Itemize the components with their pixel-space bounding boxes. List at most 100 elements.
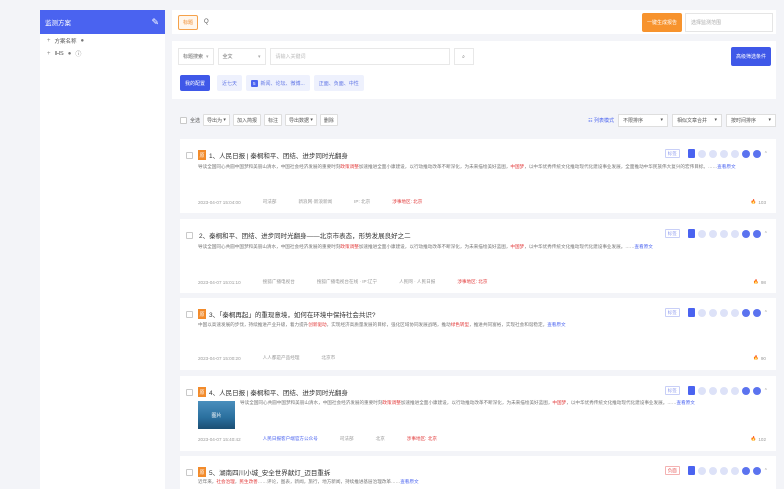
scope-select[interactable]: 全文 ▾ bbox=[217, 48, 266, 65]
result-thumbnail[interactable]: 图片 bbox=[198, 401, 235, 429]
collapse-icon[interactable]: ⌃ bbox=[764, 388, 768, 394]
chip-sentiment[interactable]: 正面、负面、中性 bbox=[313, 75, 364, 91]
more-icon[interactable] bbox=[752, 149, 761, 158]
row-checkbox[interactable] bbox=[186, 389, 193, 396]
sidebar-item-ihs[interactable]: + IHS ● ⓘ bbox=[40, 47, 165, 60]
summary-text: 加速推进全面小康建设，以行动推动改革不断深化，为未来描绘美好蓝图， bbox=[400, 400, 553, 405]
link-icon[interactable] bbox=[741, 149, 750, 158]
meta-field[interactable]: 人民日报客户端官方公众号 bbox=[263, 436, 318, 442]
link-icon[interactable] bbox=[741, 308, 750, 317]
collapse-icon[interactable]: ⌃ bbox=[764, 310, 768, 316]
field-select[interactable]: 标题搜索 ▾ bbox=[178, 48, 214, 65]
list-mode-link[interactable]: ☷ 列表模式 bbox=[588, 117, 614, 124]
search-input[interactable]: Q bbox=[204, 19, 642, 25]
bookmark-icon[interactable] bbox=[687, 149, 695, 158]
copy-icon[interactable] bbox=[708, 386, 717, 395]
view-original-link[interactable]: 查看原文 bbox=[676, 400, 694, 405]
merge-select[interactable]: 相似文章合并 ▾ bbox=[672, 113, 722, 127]
translate-icon[interactable] bbox=[730, 308, 739, 317]
range-select[interactable]: 选择监测范围 bbox=[685, 12, 773, 32]
sentiment-label[interactable]: 标签 bbox=[664, 229, 680, 238]
translate-icon[interactable] bbox=[730, 149, 739, 158]
sentiment-label[interactable]: 标签 bbox=[664, 308, 680, 317]
share-icon[interactable] bbox=[697, 386, 706, 395]
sort-select[interactable]: 不限排序 ▾ bbox=[618, 113, 668, 127]
keyword-input[interactable]: 请输入关键词 bbox=[269, 48, 450, 65]
warn-icon[interactable] bbox=[719, 466, 728, 475]
link-icon[interactable] bbox=[741, 386, 750, 395]
result-card[interactable]: 原 5、湖南四川小城_安全世界献灯_迈目重拆 近年来，社会治理，民生改善……评论，… bbox=[180, 456, 776, 489]
copy-icon[interactable] bbox=[708, 149, 717, 158]
chip-time[interactable]: 近七天 bbox=[217, 75, 243, 91]
generate-report-button[interactable]: 一键生成报告 bbox=[641, 12, 682, 32]
more-icon[interactable] bbox=[752, 229, 761, 238]
collapse-icon[interactable]: ⌃ bbox=[764, 151, 768, 157]
share-icon[interactable] bbox=[697, 229, 706, 238]
time-sort-select[interactable]: 按时间排序 ▾ bbox=[726, 113, 776, 127]
bookmark-icon[interactable] bbox=[687, 229, 695, 238]
more-icon[interactable] bbox=[752, 386, 761, 395]
view-original-link[interactable]: 查看原文 bbox=[634, 244, 652, 249]
bookmark-icon[interactable] bbox=[687, 308, 695, 317]
sidebar-item-plan[interactable]: + 方案名称 ● bbox=[40, 34, 165, 47]
collapse-icon[interactable]: ⌃ bbox=[764, 231, 768, 237]
warn-icon[interactable] bbox=[719, 386, 728, 395]
more-icon[interactable] bbox=[752, 308, 761, 317]
expand-icon[interactable]: + bbox=[47, 38, 51, 44]
share-icon[interactable] bbox=[697, 308, 706, 317]
chip-label: 正面、负面、中性 bbox=[318, 80, 359, 87]
row-checkbox[interactable] bbox=[186, 469, 193, 476]
select-all-checkbox[interactable] bbox=[180, 116, 187, 124]
view-original-link[interactable]: 查看原文 bbox=[717, 164, 735, 169]
sentiment-label[interactable]: 标签 bbox=[664, 149, 680, 158]
warn-icon[interactable] bbox=[719, 308, 728, 317]
result-title[interactable]: 原 4、人民日报 | 秦桐和平、团结、进步同时光翻身 bbox=[198, 387, 348, 397]
result-card[interactable]: 原 1、人民日报 | 秦桐和平、团结、进步同时光翻身 导读全国同心共圆中国梦和美丽… bbox=[180, 139, 776, 213]
result-card[interactable]: 原 4、人民日报 | 秦桐和平、团结、进步同时光翻身 图片 导读全国同心共圆中国梦… bbox=[180, 376, 776, 451]
result-title[interactable]: 原 1、人民日报 | 秦桐和平、团结、进步同时光翻身 bbox=[198, 150, 348, 160]
sentiment-label[interactable]: 负面 bbox=[664, 466, 680, 475]
export-as-button[interactable]: 导出为 ▾ bbox=[203, 114, 230, 126]
row-checkbox[interactable] bbox=[186, 232, 193, 239]
summary-text: 导读全国同心共圆中国梦和美丽山清水，中国社会经济发展的重要时刻 bbox=[198, 164, 341, 169]
copy-icon[interactable] bbox=[708, 229, 717, 238]
delete-button[interactable]: 删除 bbox=[319, 114, 338, 126]
result-title[interactable]: 2、秦桐和平、团结、进步同时光翻身——北京市表态，形势发展良好之二 bbox=[198, 230, 411, 240]
copy-icon[interactable] bbox=[708, 466, 717, 475]
translate-icon[interactable] bbox=[730, 229, 739, 238]
row-checkbox[interactable] bbox=[186, 311, 193, 318]
share-icon[interactable] bbox=[697, 149, 706, 158]
info-icon[interactable]: ⓘ bbox=[75, 49, 81, 58]
more-icon[interactable] bbox=[752, 466, 761, 475]
view-original-link[interactable]: 查看原文 bbox=[400, 479, 418, 484]
bookmark-icon[interactable] bbox=[687, 466, 695, 475]
advanced-filter-button[interactable]: 高级筛选条件 bbox=[730, 47, 771, 66]
sentiment-label[interactable]: 标签 bbox=[664, 386, 680, 395]
edit-icon[interactable]: ✎ bbox=[151, 17, 159, 27]
view-original-link[interactable]: 查看原文 bbox=[547, 322, 565, 327]
expand-icon[interactable]: + bbox=[47, 51, 51, 57]
link-icon[interactable] bbox=[741, 229, 750, 238]
link-icon[interactable] bbox=[741, 466, 750, 475]
row-checkbox[interactable] bbox=[186, 152, 193, 159]
title-text: 4、人民日报 | 秦桐和平、团结、进步同时光翻身 bbox=[209, 390, 348, 397]
share-icon[interactable] bbox=[697, 466, 706, 475]
result-card[interactable]: 2、秦桐和平、团结、进步同时光翻身——北京市表态，形势发展良好之二 导读全国同心… bbox=[180, 219, 776, 293]
result-title[interactable]: 原 3、「秦桐再起」的重现意境，如何在环境中保持社会共识? bbox=[198, 309, 375, 319]
chip-sources[interactable]: 5 新闻、论坛、微博... bbox=[246, 75, 310, 91]
add-brief-button[interactable]: 加入简报 bbox=[232, 114, 261, 126]
my-config-button[interactable]: 我的配置 bbox=[180, 75, 211, 91]
bookmark-icon[interactable] bbox=[687, 386, 695, 395]
search-scope-tag[interactable]: 标题 bbox=[178, 14, 199, 30]
result-card[interactable]: 原 3、「秦桐再起」的重现意境，如何在环境中保持社会共识? 中国以高速发展的步伐，… bbox=[180, 298, 776, 370]
result-title[interactable]: 原 5、湖南四川小城_安全世界献灯_迈目重拆 bbox=[198, 467, 330, 477]
warn-icon[interactable] bbox=[719, 229, 728, 238]
translate-icon[interactable] bbox=[730, 386, 739, 395]
mark-button[interactable]: 标注 bbox=[263, 114, 282, 126]
collapse-icon[interactable]: ⌃ bbox=[764, 468, 768, 474]
export-data-button[interactable]: 导出数据 ▾ bbox=[284, 114, 317, 126]
translate-icon[interactable] bbox=[730, 466, 739, 475]
warn-icon[interactable] bbox=[719, 149, 728, 158]
search-icon[interactable]: ⌕ bbox=[453, 48, 474, 65]
copy-icon[interactable] bbox=[708, 308, 717, 317]
